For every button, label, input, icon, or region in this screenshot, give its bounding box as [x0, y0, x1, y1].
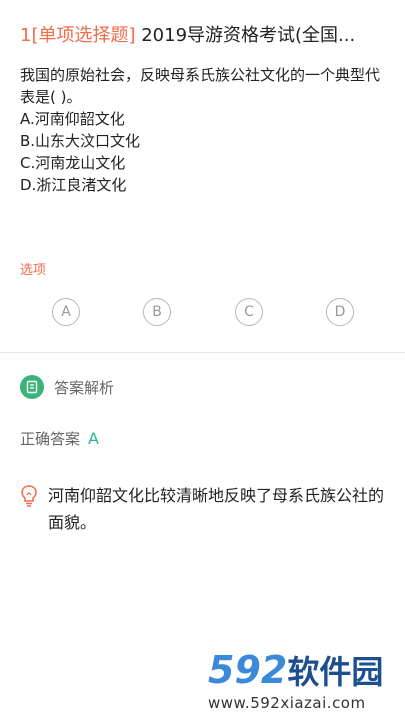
analysis-header: 答案解析 [20, 373, 114, 401]
option-a-text: A.河南仰韶文化 [20, 110, 125, 128]
question-text: 我国的原始社会，反映母系氏族公社文化的一个典型代表是( )。 [20, 66, 381, 106]
option-d-text: D.浙江良渚文化 [20, 176, 127, 194]
book-icon [20, 375, 44, 399]
analysis-label: 答案解析 [54, 378, 115, 397]
watermark-url: www.592xiazai.com [208, 694, 366, 712]
choice-c-button[interactable]: C [235, 298, 263, 326]
section-divider [0, 352, 405, 353]
site-watermark: 592软件园 www.592xiazai.com [202, 644, 402, 718]
option-c-text: C.河南龙山文化 [20, 154, 126, 172]
question-header: 1[单项选择题] 2019导游资格考试(全国... [20, 24, 390, 48]
question-number: 1 [20, 25, 32, 46]
correct-answer-value: A [88, 429, 99, 448]
explanation-block: 河南仰韶文化比较清晰地反映了母系氏族公社的面貌。 [20, 482, 390, 536]
choice-group: A B C D [0, 298, 405, 328]
explanation-text: 河南仰韶文化比较清晰地反映了母系氏族公社的面貌。 [48, 486, 385, 532]
choice-d-button[interactable]: D [326, 298, 354, 326]
choice-a-button[interactable]: A [52, 298, 80, 326]
watermark-logo: 592软件园 [208, 648, 383, 694]
options-label: 选项 [20, 263, 47, 278]
option-b-text: B.山东大汶口文化 [20, 132, 141, 150]
watermark-digits: 592 [208, 648, 288, 692]
correct-answer-label: 正确答案 [20, 430, 81, 448]
question-body: 我国的原始社会，反映母系氏族公社文化的一个典型代表是( )。 A.河南仰韶文化 … [20, 64, 390, 196]
choice-b-button[interactable]: B [143, 298, 171, 326]
correct-answer-row: 正确答案 A [20, 428, 99, 449]
lightbulb-icon [20, 484, 38, 508]
watermark-brand-name: 软件园 [287, 653, 384, 691]
question-type: [单项选择题] [31, 25, 136, 46]
exam-title: 2019导游资格考试(全国... [135, 25, 356, 46]
